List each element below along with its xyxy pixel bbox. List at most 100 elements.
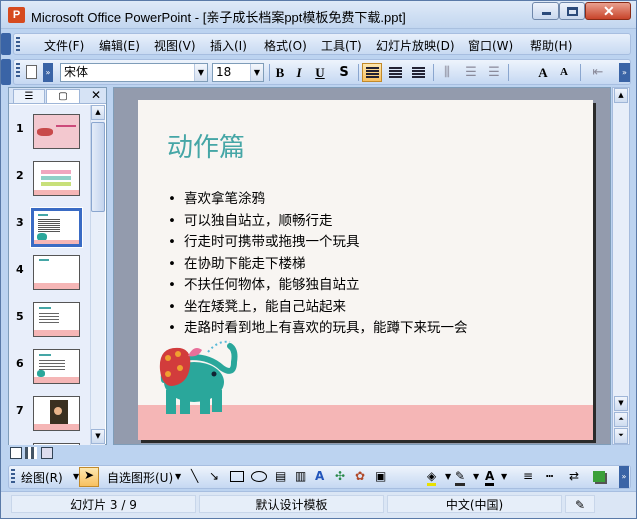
slide-thumbnail-list[interactable]: 1 2 3 4 5 6 7 (9, 105, 90, 445)
bullet-item: 可以独自站立，顺畅行走 (168, 211, 468, 233)
underline-button[interactable]: U (311, 63, 329, 82)
wordart-icon[interactable]: A (315, 469, 324, 483)
arrow-style-icon[interactable]: ⇄ (569, 469, 579, 483)
scroll-down-icon[interactable]: ▼ (614, 396, 628, 411)
menu-format[interactable]: 格式(O) (264, 37, 307, 54)
menu-edit[interactable]: 编辑(E) (99, 37, 140, 54)
scroll-up-icon[interactable]: ▲ (614, 88, 628, 103)
line-color-icon[interactable]: ✎ (455, 469, 466, 486)
numbering-button[interactable]: ☰ (461, 63, 481, 82)
slide-sorter-icon[interactable] (25, 447, 37, 459)
previous-slide-icon[interactable]: ⏶ (614, 412, 628, 427)
slide-scrollbar[interactable]: ▲ ▼ ⏶ ⏷ (612, 87, 630, 445)
italic-button[interactable]: I (290, 63, 308, 82)
scroll-up-icon[interactable]: ▲ (91, 105, 105, 120)
menu-window[interactable]: 窗口(W) (468, 37, 513, 54)
menu-tools[interactable]: 工具(T) (321, 37, 362, 54)
slide-thumbnail[interactable] (33, 349, 80, 384)
slide-thumbnail[interactable] (33, 443, 80, 445)
arrow-icon[interactable]: ↘ (209, 469, 219, 483)
toolbar-options-chevron[interactable] (1, 33, 11, 55)
toolbar-chevron-button[interactable]: » (43, 63, 53, 82)
tab-slides[interactable]: ▢ (46, 89, 80, 103)
toolbar-options-button[interactable]: » (619, 466, 629, 488)
thumbnail-scrollbar[interactable]: ▲ ▼ (90, 105, 105, 445)
toolbar-grip[interactable] (16, 37, 20, 51)
textbox-icon[interactable]: ▤ (275, 469, 286, 483)
chevron-down-icon[interactable]: ▼ (194, 64, 207, 81)
normal-view-icon[interactable] (10, 447, 22, 459)
decrease-font-size-button[interactable]: A (555, 63, 573, 82)
oval-icon[interactable] (251, 471, 267, 482)
font-name-select[interactable]: 宋体 ▼ (60, 63, 208, 82)
line-style-icon[interactable]: ≡ (523, 469, 533, 483)
slide-title[interactable]: 动作篇 (167, 127, 245, 164)
font-size-select[interactable]: 18 ▼ (212, 63, 264, 82)
menu-help[interactable]: 帮助(H) (530, 37, 572, 54)
select-objects-button[interactable]: ➤ (79, 467, 99, 487)
elephant-illustration[interactable] (152, 340, 242, 420)
slide-thumbnail[interactable] (33, 255, 80, 290)
tab-outline[interactable]: ☰ (13, 89, 45, 103)
spelling-check-icon[interactable]: ✎ (565, 495, 595, 513)
align-left-button[interactable] (362, 63, 382, 82)
clipart-icon[interactable]: ✿ (355, 469, 365, 483)
toolbar-options-button[interactable]: » (619, 63, 630, 82)
slide-thumbnail[interactable] (33, 396, 80, 431)
menu-slideshow[interactable]: 幻灯片放映(D) (376, 37, 455, 54)
vertical-textbox-icon[interactable]: ▥ (295, 469, 306, 483)
menu-insert[interactable]: 插入(I) (210, 37, 247, 54)
slide-thumbnail-selected[interactable] (30, 207, 83, 248)
bold-button[interactable]: B (271, 63, 289, 82)
shadow-style-icon[interactable] (593, 471, 605, 482)
close-button[interactable]: ✕ (585, 2, 631, 20)
slide-thumbnail[interactable] (33, 161, 80, 196)
dash-style-icon[interactable]: ┅ (546, 469, 553, 483)
toolbar-grip-chevron[interactable] (1, 59, 11, 85)
title-bar[interactable]: P Microsoft Office PowerPoint - [亲子成长档案p… (1, 1, 636, 29)
maximize-button[interactable] (559, 2, 585, 20)
chevron-down-icon[interactable]: ▼ (445, 472, 451, 481)
text-shadow-button[interactable]: S (335, 63, 353, 82)
increase-font-size-button[interactable]: A (534, 63, 552, 82)
toolbar-grip[interactable] (11, 469, 15, 483)
line-icon[interactable]: ╲ (191, 469, 198, 483)
diagram-icon[interactable]: ✣ (335, 469, 345, 483)
rectangle-icon[interactable] (230, 471, 244, 482)
thumbnail-number: 3 (16, 216, 24, 229)
fill-color-icon[interactable]: ◈ (427, 469, 437, 486)
new-document-button[interactable] (22, 63, 40, 82)
thumbnail-number: 5 (16, 310, 24, 323)
minimize-button[interactable] (532, 2, 559, 20)
bullet-item: 坐在矮凳上，能自己站起来 (168, 297, 468, 319)
close-icon: ✕ (603, 3, 615, 19)
autoshapes-menu-button[interactable]: 自选图形(U) (107, 469, 173, 486)
align-right-button[interactable] (409, 63, 429, 82)
vertical-text-button[interactable]: ⫼ (437, 63, 457, 82)
current-slide[interactable]: 动作篇 喜欢拿笔涂鸦 可以独自站立，顺畅行走 行走时可携带或拖拽一个玩具 在协助… (138, 100, 593, 440)
chevron-down-icon[interactable]: ▼ (175, 472, 181, 481)
chevron-down-icon[interactable]: ▼ (501, 472, 507, 481)
slide-bullet-list[interactable]: 喜欢拿笔涂鸦 可以独自站立，顺畅行走 行走时可携带或拖拽一个玩具 在协助下能走下… (168, 189, 468, 340)
decrease-indent-button[interactable]: ⇤ (588, 63, 608, 82)
slide-thumbnail[interactable] (33, 114, 80, 149)
menu-view[interactable]: 视图(V) (154, 37, 196, 54)
thumbnail-number: 1 (16, 122, 24, 135)
powerpoint-app-icon[interactable]: P (8, 7, 25, 23)
next-slide-icon[interactable]: ⏷ (614, 428, 628, 444)
slideshow-icon[interactable] (41, 447, 53, 459)
scrollbar-thumb[interactable] (91, 122, 105, 212)
menu-file[interactable]: 文件(F) (44, 37, 84, 54)
draw-menu-button[interactable]: 绘图(R) (21, 469, 63, 486)
picture-icon[interactable]: ▣ (375, 469, 386, 483)
slide-thumbnail[interactable] (33, 302, 80, 337)
toolbar-grip[interactable] (16, 63, 20, 77)
bullets-button[interactable]: ☰ (484, 63, 504, 82)
chevron-down-icon[interactable]: ▼ (473, 472, 479, 481)
panel-close-icon[interactable]: ✕ (91, 88, 101, 102)
font-color-icon[interactable]: A (485, 469, 495, 486)
slide-editing-pane[interactable]: 动作篇 喜欢拿笔涂鸦 可以独自站立，顺畅行走 行走时可携带或拖拽一个玩具 在协助… (113, 87, 611, 445)
align-center-button[interactable] (386, 63, 406, 82)
scroll-down-icon[interactable]: ▼ (91, 429, 105, 444)
chevron-down-icon[interactable]: ▼ (250, 64, 263, 81)
